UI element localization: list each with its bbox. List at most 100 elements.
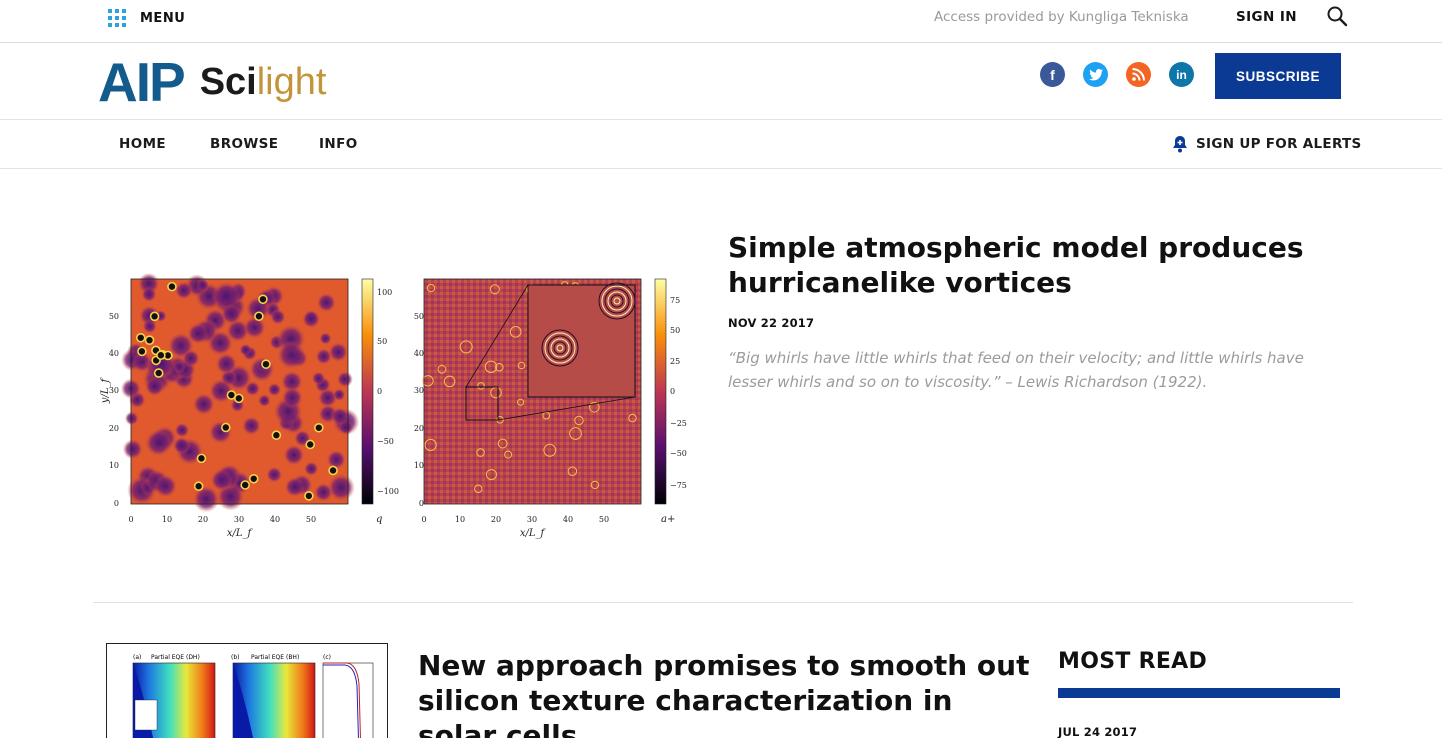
access-provided-text: Access provided by Kungliga Tekniska [934,9,1189,25]
tick-label: 30 [414,386,424,395]
panel-label: (c) [323,654,331,661]
vortex-core [196,453,207,464]
tick-label: 40 [270,515,280,524]
tick-label: 0 [128,515,133,524]
vorticity-blob [303,461,319,477]
vorticity-blob [336,371,353,388]
right-xlabel: x/L_f [520,528,547,539]
tick-label: 30 [234,515,244,524]
nav-item-home[interactable]: HOME [119,136,166,152]
vortex-core [258,294,268,305]
facebook-icon[interactable]: f [1040,62,1065,87]
brand-header: AIP Scilight f in SUBSCRIBE [0,43,1442,120]
vorticity-blob [239,343,252,357]
subscribe-button[interactable]: SUBSCRIBE [1215,53,1341,99]
menu-button[interactable]: MENU [108,9,185,27]
left-ylabel: y/L_f [100,377,111,405]
vorticity-blob [276,340,306,370]
logo-scilight: Scilight [200,62,327,102]
vorticity-blob [330,407,349,426]
tick-label: 10 [414,461,424,470]
bell-plus-icon [1173,136,1187,153]
vorticity-blob [174,281,194,300]
tick-label: 0 [114,499,119,508]
tick-label: 10 [162,515,172,524]
sign-up-alerts-link[interactable]: SIGN UP FOR ALERTS [1170,134,1362,154]
most-read-heading: MOST READ [1058,649,1208,674]
panel-label: Partial EQE (DH) [151,654,200,661]
vorticity-blob [302,310,321,329]
left-cbar-label: q [376,514,382,525]
search-icon[interactable] [1326,5,1348,27]
tick-label: 0 [421,515,426,524]
tick-label: 10 [455,515,465,524]
tick-label: 50 [670,326,680,335]
tick-label: 50 [306,515,316,524]
linkedin-icon[interactable]: in [1169,62,1194,87]
tick-label: 50 [414,312,424,321]
q-colorbar [361,278,374,505]
tick-label: 50 [599,515,609,524]
vorticity-blob [257,394,271,408]
vortex-core [248,473,259,484]
featured-article-title[interactable]: Simple atmospheric model produces hurric… [728,230,1348,300]
vorticity-blob [243,316,266,339]
tick-label: 20 [491,515,501,524]
tick-label: 40 [414,349,424,358]
logo-sci: Sci [199,61,257,103]
vorticity-blob [266,466,283,483]
tick-label: 40 [563,515,573,524]
tick-label: 20 [414,424,424,433]
tick-label: 40 [109,349,119,358]
most-read-item-date: JUL 24 2017 [1058,725,1138,738]
vorticity-blob [142,319,157,334]
vortex-core [314,422,324,433]
twitter-icon[interactable] [1083,62,1108,87]
section-divider [93,602,1353,603]
sign-in-link[interactable]: SIGN IN [1236,9,1297,25]
vorticity-blob [316,292,336,313]
vorticity-blob [192,393,215,416]
nav-item-info[interactable]: INFO [319,136,358,152]
vorticity-blob [319,332,332,345]
vorticity-blob [311,371,326,386]
vortex-core [149,311,160,322]
featured-article-figure[interactable]: 50 40 30 20 10 0 0 10 20 30 40 50 100 50… [98,268,693,546]
tick-label: −100 [377,487,399,496]
left-xlabel: x/L_f [227,528,254,539]
vorticity-blob [283,444,305,466]
alerts-label: SIGN UP FOR ALERTS [1196,136,1362,152]
tick-label: −50 [670,449,687,458]
vortex-core [271,430,282,441]
tick-label: −25 [670,419,687,428]
logo-light: light [256,61,327,103]
nav-item-browse[interactable]: BROWSE [210,136,278,152]
vorticity-blob [187,322,209,345]
rss-icon[interactable] [1126,62,1151,87]
second-article-title[interactable]: New approach promises to smooth out sili… [418,648,1038,738]
vortex-core [304,491,314,501]
vorticity-blob [124,411,139,426]
second-article-figure[interactable]: (a) Partial EQE (DH) (b) Partial EQE (BH… [106,643,388,738]
tick-label: 0 [377,387,382,396]
vortex-core [167,281,177,292]
top-utility-bar: MENU Access provided by Kungliga Teknisk… [0,0,1442,43]
vortex-core [261,359,271,369]
vorticity-blob [172,436,191,455]
tick-label: −75 [670,481,687,490]
tick-label: 100 [377,288,392,297]
vortex-core [254,311,264,322]
scilight-logo[interactable]: AIP Scilight [98,51,327,113]
vortex-core [193,481,204,492]
vortex-core [135,332,146,343]
grid-menu-icon [108,9,126,27]
logo-aip: AIP [98,51,186,113]
vorticity-blob [196,278,210,292]
vorticity-blob [241,416,261,436]
tick-label: 50 [377,337,387,346]
most-read-accent-bar [1058,688,1340,698]
tick-label: 30 [527,515,537,524]
vorticity-blob [270,309,286,325]
tick-label: 50 [109,312,119,321]
main-nav: HOME BROWSE INFO SIGN UP FOR ALERTS [0,120,1442,169]
